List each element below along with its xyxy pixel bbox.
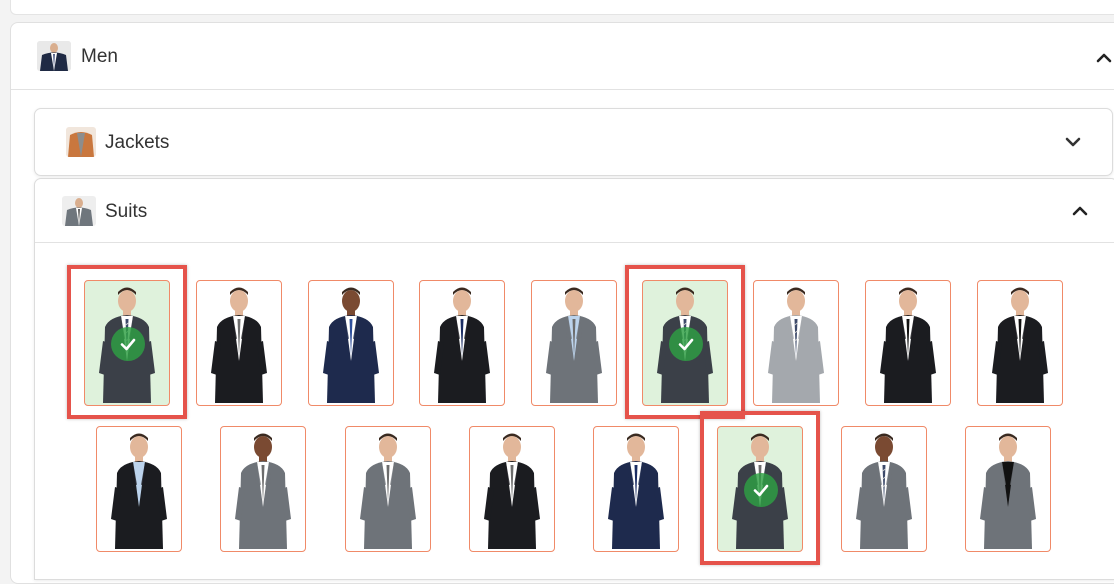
man-in-suit-thumbnail: [37, 41, 71, 71]
suit-option-card[interactable]: [96, 426, 182, 552]
suit-option-card[interactable]: [642, 280, 728, 406]
check-circle-icon: [744, 473, 778, 507]
men-category-header[interactable]: Men: [11, 23, 1114, 90]
suit-model-image: [532, 281, 616, 405]
suit-option-card[interactable]: [469, 426, 555, 552]
suit-option-card[interactable]: [220, 426, 306, 552]
previous-panel-edge: [10, 0, 1114, 15]
jackets-label: Jackets: [105, 132, 170, 153]
suit-model-image: [594, 427, 678, 551]
suit-model-image: [197, 281, 281, 405]
jackets-subcategory-header[interactable]: Jackets: [34, 108, 1113, 176]
suit-model-image: [866, 281, 950, 405]
suit-model-image: [221, 427, 305, 551]
jacket-thumbnail: [66, 127, 96, 157]
suit-model-image: [346, 427, 430, 551]
suit-model-image: [97, 427, 181, 551]
check-circle-icon: [111, 327, 145, 361]
suit-thumbnail: [62, 196, 96, 226]
suit-option-card[interactable]: [419, 280, 505, 406]
suit-model-image: [754, 281, 838, 405]
suit-option-card[interactable]: [717, 426, 803, 552]
suit-model-image: [420, 281, 504, 405]
suit-model-image: [966, 427, 1050, 551]
suits-subcategory-header[interactable]: Suits: [35, 179, 1114, 243]
suits-subcategory-panel: Suits: [34, 178, 1114, 580]
suit-option-card[interactable]: [841, 426, 927, 552]
suit-model-image: [842, 427, 926, 551]
suit-option-card[interactable]: [965, 426, 1051, 552]
suit-model-image: [978, 281, 1062, 405]
suit-option-card[interactable]: [345, 426, 431, 552]
chevron-down-icon[interactable]: [1062, 131, 1084, 153]
suit-option-card[interactable]: [753, 280, 839, 406]
suit-model-image: [470, 427, 554, 551]
chevron-up-icon[interactable]: [1093, 47, 1114, 69]
suit-option-card[interactable]: [865, 280, 951, 406]
chevron-up-icon[interactable]: [1069, 200, 1091, 222]
suit-model-image: [309, 281, 393, 405]
suit-option-card[interactable]: [84, 280, 170, 406]
suit-option-card[interactable]: [977, 280, 1063, 406]
suits-label: Suits: [105, 201, 148, 222]
suit-option-card[interactable]: [196, 280, 282, 406]
suit-option-card[interactable]: [308, 280, 394, 406]
suit-option-card[interactable]: [531, 280, 617, 406]
suit-option-card[interactable]: [593, 426, 679, 552]
check-circle-icon: [669, 327, 703, 361]
men-category-label: Men: [81, 46, 118, 67]
